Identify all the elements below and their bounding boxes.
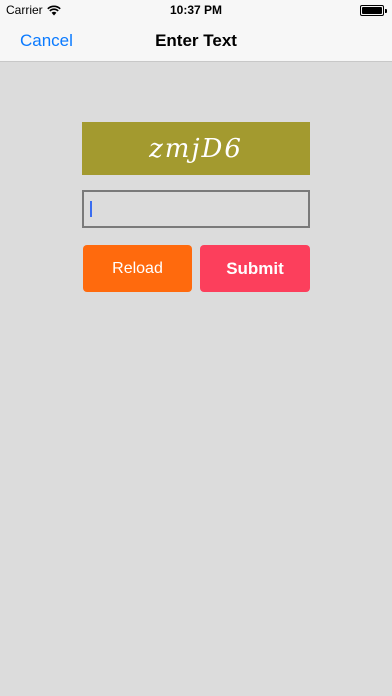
captcha-text: zmjD6 bbox=[149, 133, 243, 164]
battery-icon bbox=[360, 5, 387, 16]
text-caret bbox=[90, 201, 92, 217]
reload-button[interactable]: Reload bbox=[83, 245, 192, 292]
status-bar: Carrier 10:37 PM bbox=[0, 0, 392, 20]
cancel-button[interactable]: Cancel bbox=[20, 31, 73, 51]
status-time: 10:37 PM bbox=[169, 3, 223, 17]
captcha-input[interactable] bbox=[82, 190, 310, 228]
submit-button[interactable]: Submit bbox=[200, 245, 310, 292]
navigation-bar: Cancel Enter Text bbox=[0, 20, 392, 62]
captcha-image: zmjD6 bbox=[82, 122, 310, 175]
